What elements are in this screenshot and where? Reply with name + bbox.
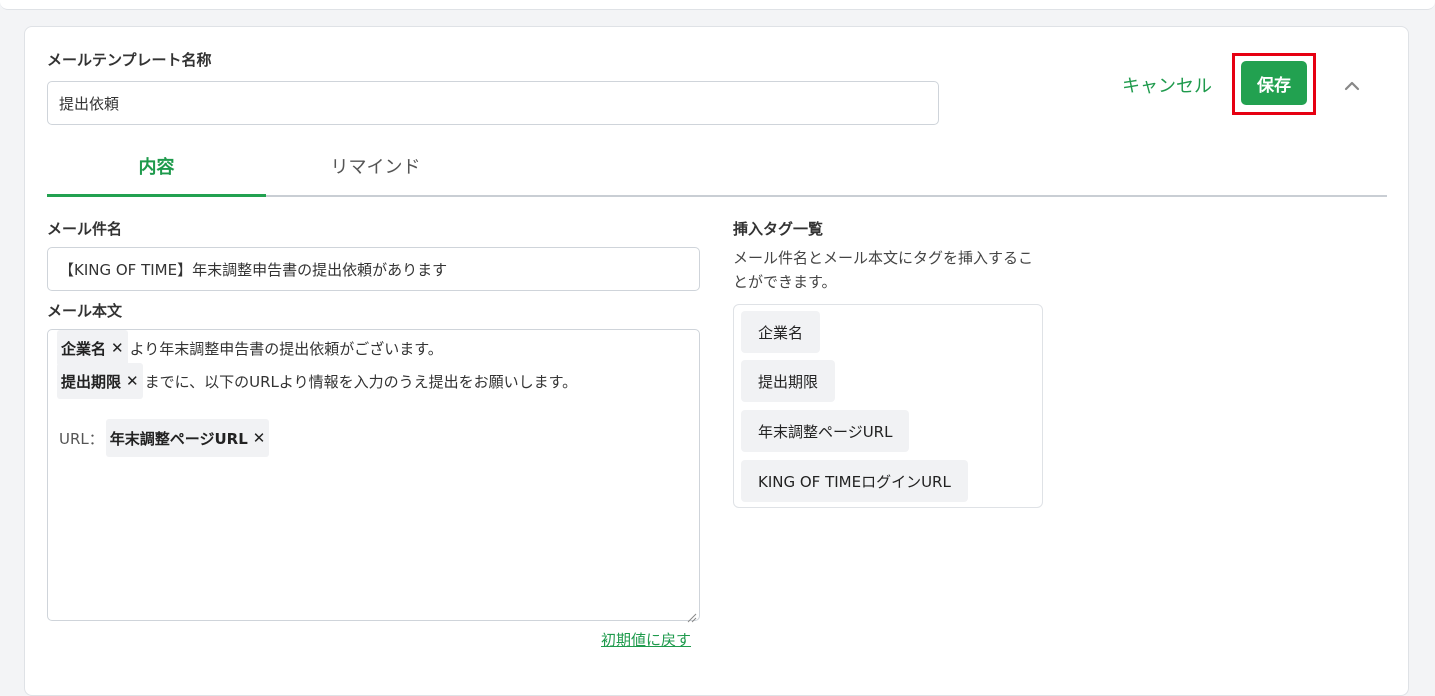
insert-tag-company[interactable]: 企業名: [741, 311, 821, 353]
close-icon[interactable]: ✕: [111, 339, 124, 357]
close-icon[interactable]: ✕: [126, 372, 139, 390]
body-line-3: URL： 年末調整ページURL ✕: [59, 419, 270, 457]
chevron-up-icon[interactable]: [1341, 75, 1363, 95]
tab-content[interactable]: 内容: [47, 153, 266, 179]
cancel-button[interactable]: キャンセル: [1122, 72, 1212, 98]
body-tag-label: 年末調整ページURL: [109, 429, 248, 448]
subject-value: 【KING OF TIME】年末調整申告書の提出依頼があります: [59, 260, 448, 279]
body-tag-chip: 企業名 ✕: [57, 330, 128, 366]
subject-input[interactable]: 【KING OF TIME】年末調整申告書の提出依頼があります: [47, 247, 700, 291]
insert-tag-yearend-url[interactable]: 年末調整ページURL: [741, 410, 910, 452]
body-text: より年末調整申告書の提出依頼がございます。: [129, 339, 443, 358]
body-line-2: 提出期限 ✕ までに、以下のURLより情報を入力のうえ提出をお願いします。: [57, 363, 577, 399]
insert-tag-login-url[interactable]: KING OF TIMEログインURL: [741, 460, 968, 502]
tab-remind[interactable]: リマインド: [266, 153, 485, 179]
body-text: までに、以下のURLより情報を入力のうえ提出をお願いします。: [144, 372, 578, 391]
body-tag-label: 提出期限: [61, 372, 122, 391]
template-name-input[interactable]: 提出依頼: [47, 81, 939, 125]
body-tag-chip: 提出期限 ✕: [57, 363, 143, 399]
reset-default-link[interactable]: 初期値に戻す: [601, 629, 691, 650]
body-tag-chip: 年末調整ページURL ✕: [105, 419, 270, 457]
subject-label: メール件名: [47, 220, 123, 238]
save-button[interactable]: 保存: [1241, 61, 1307, 105]
body-label: メール本文: [47, 302, 123, 320]
body-textarea[interactable]: 企業名 ✕ より年末調整申告書の提出依頼がございます。 提出期限 ✕ までに、以…: [47, 329, 700, 623]
template-name-value: 提出依頼: [59, 94, 120, 113]
close-icon[interactable]: ✕: [253, 429, 266, 447]
insert-tags-heading: 挿入タグ一覧: [733, 220, 824, 238]
url-prefix: URL：: [59, 429, 104, 448]
active-tab-indicator: [47, 194, 266, 197]
resize-handle-icon[interactable]: [687, 608, 697, 623]
template-edit-card: メールテンプレート名称 提出依頼 キャンセル 保存 内容 リマインド メール件名…: [24, 26, 1409, 696]
body-tag-label: 企業名: [61, 339, 107, 358]
template-name-label: メールテンプレート名称: [47, 51, 212, 69]
previous-card-edge: [0, 0, 1435, 10]
insert-tags-description: メール件名とメール本文にタグを挿入することができます。: [733, 249, 1034, 291]
insert-tags-list: 企業名 提出期限 年末調整ページURL KING OF TIMEログインURL: [733, 304, 1043, 508]
body-line-1: 企業名 ✕ より年末調整申告書の提出依頼がございます。: [57, 330, 443, 366]
insert-tag-deadline[interactable]: 提出期限: [741, 360, 836, 402]
